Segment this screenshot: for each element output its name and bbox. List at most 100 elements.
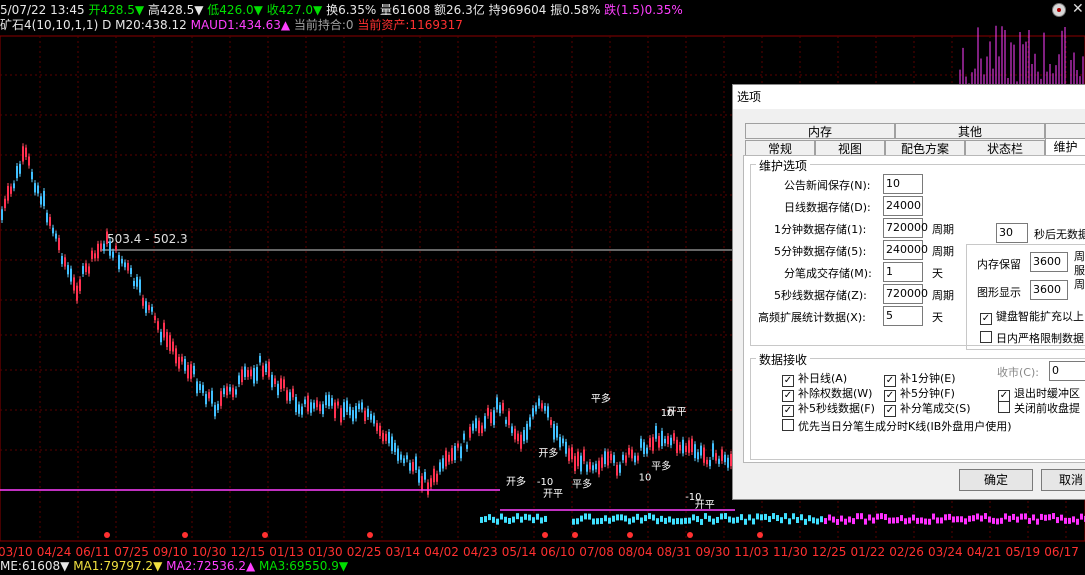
axis-marker (687, 532, 693, 538)
signal-mark (584, 513, 587, 520)
candle-body (538, 398, 540, 406)
maintain-field-input[interactable]: 720000 (883, 284, 928, 304)
receive-checkbox[interactable]: 优先当日分笔生成分时K线(IB外盘用户使用) (782, 418, 1012, 434)
candle-body (631, 449, 633, 459)
checkbox-box-icon (782, 419, 794, 431)
memory-keep-label: 内存保留 (977, 258, 1021, 271)
candle-body (106, 231, 108, 244)
signal-mark (1056, 517, 1059, 524)
candle-body (499, 405, 501, 414)
candle-body (151, 306, 153, 312)
candle-body (352, 410, 354, 422)
tab-color-scheme[interactable]: 配色方案 (885, 140, 965, 156)
candle-body (277, 383, 279, 396)
header-row1-1: 开428.5▼ (88, 3, 145, 17)
smart-expand-checkbox[interactable]: ✓ 键盘智能扩充以上 (980, 308, 1084, 325)
no-data-seconds-input[interactable]: 30 (996, 223, 1028, 243)
x-axis-label: 02/26 (889, 545, 924, 559)
candle-body (637, 455, 639, 461)
signal-mark (872, 517, 875, 524)
signal-mark (1004, 513, 1007, 520)
header-row1-5: 换6.35% (322, 3, 377, 17)
close-icon[interactable]: ✕ (1072, 1, 1084, 17)
tab-general[interactable]: 常规 (745, 140, 815, 156)
header-row1-0: 5/07/22 13:45 (0, 3, 89, 17)
candle-body (79, 279, 81, 291)
signal-mark (652, 514, 655, 521)
maintain-field-input[interactable]: 5 (883, 306, 923, 326)
candle-body (532, 408, 534, 417)
signal-mark (772, 513, 775, 520)
signal-mark (796, 517, 799, 524)
checkbox-label: 补5分钟(F) (900, 387, 955, 400)
tab-memory[interactable]: 内存 (745, 123, 895, 139)
candle-body (445, 450, 447, 467)
maintain-field-label: 分笔成交存储(M): (784, 267, 872, 280)
candle-body (466, 444, 468, 449)
tab-statusbar[interactable]: 状态栏 (965, 140, 1045, 156)
close-input[interactable]: 0 (1049, 361, 1085, 381)
candle-body (88, 266, 90, 274)
candle-body (550, 419, 552, 425)
signal-mark (696, 516, 699, 523)
ok-button[interactable]: 确定 (959, 469, 1033, 491)
cancel-button[interactable]: 取消 (1041, 469, 1085, 491)
candle-body (358, 403, 360, 410)
axis-marker (104, 532, 110, 538)
candle-body (262, 365, 264, 377)
candle-body (163, 322, 165, 338)
graph-display-input[interactable]: 3600 (1030, 280, 1068, 300)
signal-mark (672, 518, 675, 525)
candle-body (388, 431, 390, 444)
signal-mark (868, 514, 871, 521)
candle-body (304, 399, 306, 405)
candle-body (169, 335, 171, 351)
receive-checkbox[interactable]: ✓ 补分笔成交(S) (884, 400, 971, 417)
signal-mark (928, 518, 931, 525)
tab-maintain[interactable]: 维护 (1045, 138, 1085, 156)
signal-mark (620, 514, 623, 521)
maintain-field-input[interactable]: 720000 (883, 218, 928, 238)
signal-mark (480, 516, 483, 523)
settings-gear-icon[interactable] (1052, 3, 1066, 17)
trade-signal-label: 开多 (538, 446, 558, 459)
maintain-field-input[interactable]: 240000 (883, 240, 928, 260)
maintain-field-input[interactable]: 10 (883, 174, 923, 194)
maintain-field-input[interactable]: 24000 (883, 196, 923, 216)
axis-marker (542, 532, 548, 538)
header-row1-9: 振0.58% (546, 3, 601, 17)
candle-body (505, 419, 507, 424)
candle-body (607, 451, 609, 466)
signal-mark (632, 516, 635, 523)
maintain-field-input[interactable]: 1 (883, 262, 923, 282)
candle-body (688, 440, 690, 453)
signal-mark (668, 516, 671, 523)
candle-body (487, 407, 489, 416)
signal-mark (580, 515, 583, 522)
candle-body (502, 402, 504, 411)
signal-mark (740, 514, 743, 521)
tab-row1-more[interactable] (1045, 123, 1085, 139)
strict-limit-checkbox[interactable]: 日内严格限制数据 (980, 330, 1084, 346)
x-axis-label: 11/03 (734, 545, 769, 559)
candle-body (655, 425, 657, 439)
signal-mark (804, 518, 807, 525)
signal-mark (948, 513, 951, 520)
candle-body (286, 390, 288, 401)
receive-checkbox[interactable]: ✓ 补5秒线数据(F) (782, 400, 875, 417)
signal-mark (936, 517, 939, 524)
candle-body (664, 438, 666, 444)
tab-view[interactable]: 视图 (815, 140, 885, 156)
candle-body (553, 424, 555, 440)
tab-other[interactable]: 其他 (895, 123, 1045, 139)
candle-body (319, 404, 321, 411)
receive-checkbox[interactable]: 关闭前收盘提 (998, 400, 1080, 416)
candle-body (112, 251, 114, 258)
header-row1-6: 量61608 (376, 3, 431, 17)
checkbox-label: 关闭前收盘提 (1014, 402, 1080, 415)
maintain-field-unit: 周期 (932, 245, 954, 258)
memory-keep-input[interactable]: 3600 (1030, 252, 1068, 272)
signal-mark (748, 514, 751, 521)
trade-signal-label: 开平 (543, 489, 563, 500)
candle-body (349, 406, 351, 416)
